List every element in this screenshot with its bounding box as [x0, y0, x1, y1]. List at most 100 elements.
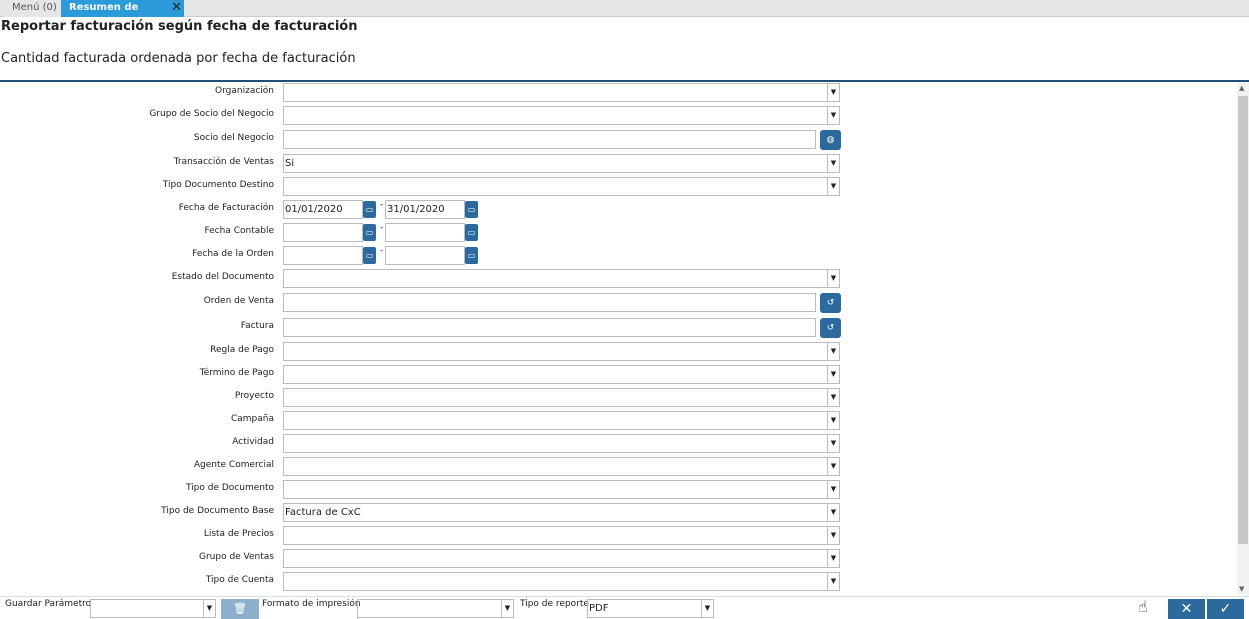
- select-value: PDF: [589, 603, 609, 614]
- grupo_socio-select[interactable]: ▼: [283, 106, 840, 125]
- lista_precios-select[interactable]: ▼: [283, 526, 840, 545]
- organizacion-label: Organización: [215, 86, 274, 96]
- tab-menu[interactable]: Menú (0): [4, 0, 65, 17]
- chevron-down-icon[interactable]: ▼: [701, 600, 713, 617]
- fecha_contable-to-input[interactable]: [385, 223, 465, 242]
- chevron-down-icon[interactable]: ▼: [827, 343, 839, 360]
- socio-label: Socio del Negocio: [193, 133, 274, 143]
- factura-label: Factura: [240, 321, 274, 331]
- campana-select[interactable]: ▼: [283, 411, 840, 430]
- socio-search-button[interactable]: ◍: [820, 130, 841, 150]
- tipo_doc_destino-select[interactable]: ▼: [283, 177, 840, 196]
- chevron-down-icon[interactable]: ▼: [827, 107, 839, 124]
- socio-input[interactable]: [283, 130, 816, 149]
- chevron-down-icon[interactable]: ▼: [827, 573, 839, 590]
- field-row-fecha_contable: Fecha Contable ▭ - ▭: [0, 223, 850, 243]
- fecha_facturacion-from-input[interactable]: 01/01/2020: [283, 200, 363, 219]
- chevron-down-icon[interactable]: ▼: [827, 412, 839, 429]
- tipo_cuenta-select[interactable]: ▼: [283, 572, 840, 591]
- lookup-icon: ↺: [826, 323, 835, 333]
- page-title: Reportar facturación según fecha de fact…: [1, 19, 358, 34]
- regla_pago-label: Regla de Pago: [210, 345, 274, 355]
- field-row-organizacion: Organización ▼: [0, 83, 850, 103]
- fecha_contable-label: Fecha Contable: [204, 226, 274, 236]
- fecha_orden-to-input[interactable]: [385, 246, 465, 265]
- orden_venta-search-button[interactable]: ↺: [820, 293, 841, 313]
- calendar-icon[interactable]: ▭: [363, 224, 376, 241]
- chevron-down-icon[interactable]: ▼: [203, 600, 215, 617]
- chevron-down-icon[interactable]: ▼: [827, 504, 839, 521]
- field-row-tipo_cuenta: Tipo de Cuenta ▼: [0, 572, 850, 592]
- proyecto-select[interactable]: ▼: [283, 388, 840, 407]
- chevron-down-icon[interactable]: ▼: [827, 458, 839, 475]
- guardar-parametro-select[interactable]: ▼: [90, 599, 216, 618]
- orden_venta-input[interactable]: [283, 293, 816, 312]
- agente-select[interactable]: ▼: [283, 457, 840, 476]
- field-row-fecha_facturacion: Fecha de Facturación 01/01/2020 ▭ -31/01/20…: [0, 200, 850, 220]
- calendar-icon[interactable]: ▭: [465, 224, 478, 241]
- factura-input[interactable]: [283, 318, 816, 337]
- termino_pago-select[interactable]: ▼: [283, 365, 840, 384]
- chevron-down-icon[interactable]: ▼: [827, 366, 839, 383]
- trash-icon: 🗑: [233, 602, 247, 615]
- lista_precios-label: Lista de Precios: [203, 529, 274, 539]
- tipo-reporte-select[interactable]: PDF ▼: [587, 599, 714, 618]
- delete-button[interactable]: 🗑: [221, 599, 259, 619]
- chevron-down-icon[interactable]: ▼: [827, 389, 839, 406]
- field-row-termino_pago: Término de Pago ▼: [0, 365, 850, 385]
- actividad-label: Actividad: [232, 437, 274, 447]
- fecha_orden-from-input[interactable]: [283, 246, 363, 265]
- field-row-campana: Campaña ▼: [0, 411, 850, 431]
- regla_pago-select[interactable]: ▼: [283, 342, 840, 361]
- field-row-fecha_orden: Fecha de la Orden ▭ - ▭: [0, 246, 850, 266]
- field-row-tipo_doc_base: Tipo de Documento Base Factura de CxC ▼: [0, 503, 850, 523]
- chevron-down-icon[interactable]: ▼: [827, 481, 839, 498]
- chevron-down-icon[interactable]: ▼: [501, 600, 513, 617]
- field-row-tipo_documento: Tipo de Documento ▼: [0, 480, 850, 500]
- tipo_doc_destino-label: Tipo Documento Destino: [162, 180, 274, 190]
- transaccion-select[interactable]: Si ▼: [283, 154, 840, 173]
- tab-resumen-facturas[interactable]: Resumen de Facturas ✕: [61, 0, 184, 29]
- scrollbar-thumb[interactable]: [1238, 96, 1248, 544]
- calendar-icon[interactable]: ▭: [465, 201, 478, 218]
- tipo_doc_base-select[interactable]: Factura de CxC ▼: [283, 503, 840, 522]
- scrollbar[interactable]: ▲ ▼: [1237, 82, 1249, 595]
- chevron-down-icon[interactable]: ▼: [827, 84, 839, 101]
- field-row-lista_precios: Lista de Precios ▼: [0, 526, 850, 546]
- bottom-toolbar: Guardar Parámetro ▼ 🗑 Formato de impresi…: [0, 596, 1249, 619]
- tipo_doc_base-label: Tipo de Documento Base: [161, 506, 274, 516]
- chevron-down-icon[interactable]: ▼: [827, 435, 839, 452]
- cancel-button[interactable]: ✕: [1168, 599, 1205, 619]
- chevron-down-icon[interactable]: ▼: [827, 155, 839, 172]
- chevron-down-icon[interactable]: ▼: [827, 270, 839, 287]
- scroll-down-icon[interactable]: ▼: [1239, 585, 1244, 593]
- chevron-down-icon[interactable]: ▼: [827, 527, 839, 544]
- tipo_documento-select[interactable]: ▼: [283, 480, 840, 499]
- calendar-icon[interactable]: ▭: [363, 247, 376, 264]
- fecha_facturacion-to-input[interactable]: 31/01/2020: [385, 200, 465, 219]
- chevron-down-icon[interactable]: ▼: [827, 550, 839, 567]
- fecha_contable-from-input[interactable]: [283, 223, 363, 242]
- range-dash: -: [380, 246, 384, 256]
- estado-label: Estado del Documento: [171, 272, 274, 282]
- ok-button[interactable]: ✓: [1207, 599, 1244, 619]
- grupo_ventas-select[interactable]: ▼: [283, 549, 840, 568]
- field-row-grupo_socio: Grupo de Socio del Negocio ▼: [0, 106, 850, 126]
- tipo_doc_base-value: Factura de CxC: [285, 507, 361, 518]
- formato-impresion-select[interactable]: ▼: [357, 599, 514, 618]
- chevron-down-icon[interactable]: ▼: [827, 178, 839, 195]
- field-row-actividad: Actividad ▼: [0, 434, 850, 454]
- calendar-icon[interactable]: ▭: [465, 247, 478, 264]
- organizacion-select[interactable]: ▼: [283, 83, 840, 102]
- factura-search-button[interactable]: ↺: [820, 318, 841, 338]
- transaccion-label: Transacción de Ventas: [173, 157, 274, 167]
- close-icon[interactable]: ✕: [171, 0, 182, 16]
- tipo-reporte-label: Tipo de reporte: [520, 599, 589, 609]
- actividad-select[interactable]: ▼: [283, 434, 840, 453]
- calendar-icon[interactable]: ▭: [363, 201, 376, 218]
- fecha_facturacion-from-value: 01/01/2020: [285, 204, 343, 215]
- scroll-up-icon[interactable]: ▲: [1239, 84, 1244, 92]
- estado-select[interactable]: ▼: [283, 269, 840, 288]
- field-row-estado: Estado del Documento ▼: [0, 269, 850, 289]
- formato-impresion-label: Formato de impresión: [262, 599, 361, 609]
